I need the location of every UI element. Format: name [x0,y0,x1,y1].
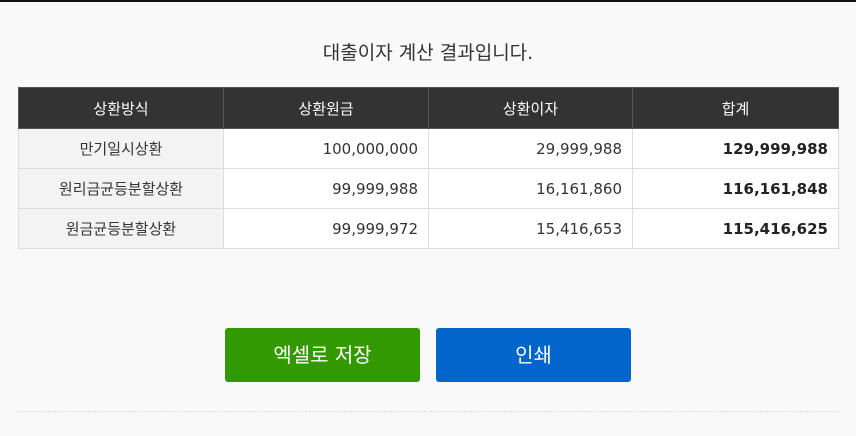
row-total: 115,416,625 [632,208,839,249]
row-method: 만기일시상환 [18,128,224,169]
row-total: 116,161,848 [632,168,839,209]
row-total: 129,999,988 [632,128,839,169]
header-total: 합계 [632,87,839,129]
row-principal: 99,999,972 [223,208,429,249]
table-row: 만기일시상환 100,000,000 29,999,988 129,999,98… [18,128,839,169]
result-table: 상환방식 상환원금 상환이자 합계 만기일시상환 100,000,000 29,… [18,87,839,249]
save-excel-button[interactable]: 엑셀로 저장 [225,328,420,382]
print-button[interactable]: 인쇄 [436,328,631,382]
row-interest: 16,161,860 [428,168,633,209]
header-interest: 상환이자 [428,87,633,129]
divider [18,411,838,412]
table-row: 원금균등분할상환 99,999,972 15,416,653 115,416,6… [18,208,839,249]
header-method: 상환방식 [18,87,224,129]
row-interest: 29,999,988 [428,128,633,169]
table-row: 원리금균등분할상환 99,999,988 16,161,860 116,161,… [18,168,839,209]
top-border [0,0,856,2]
header-principal: 상환원금 [223,87,429,129]
table-header-row: 상환방식 상환원금 상환이자 합계 [18,87,839,129]
row-principal: 100,000,000 [223,128,429,169]
row-principal: 99,999,988 [223,168,429,209]
action-buttons: 엑셀로 저장 인쇄 [225,328,631,382]
row-method: 원금균등분할상환 [18,208,224,249]
row-method: 원리금균등분할상환 [18,168,224,209]
row-interest: 15,416,653 [428,208,633,249]
result-title: 대출이자 계산 결과입니다. [322,42,534,64]
